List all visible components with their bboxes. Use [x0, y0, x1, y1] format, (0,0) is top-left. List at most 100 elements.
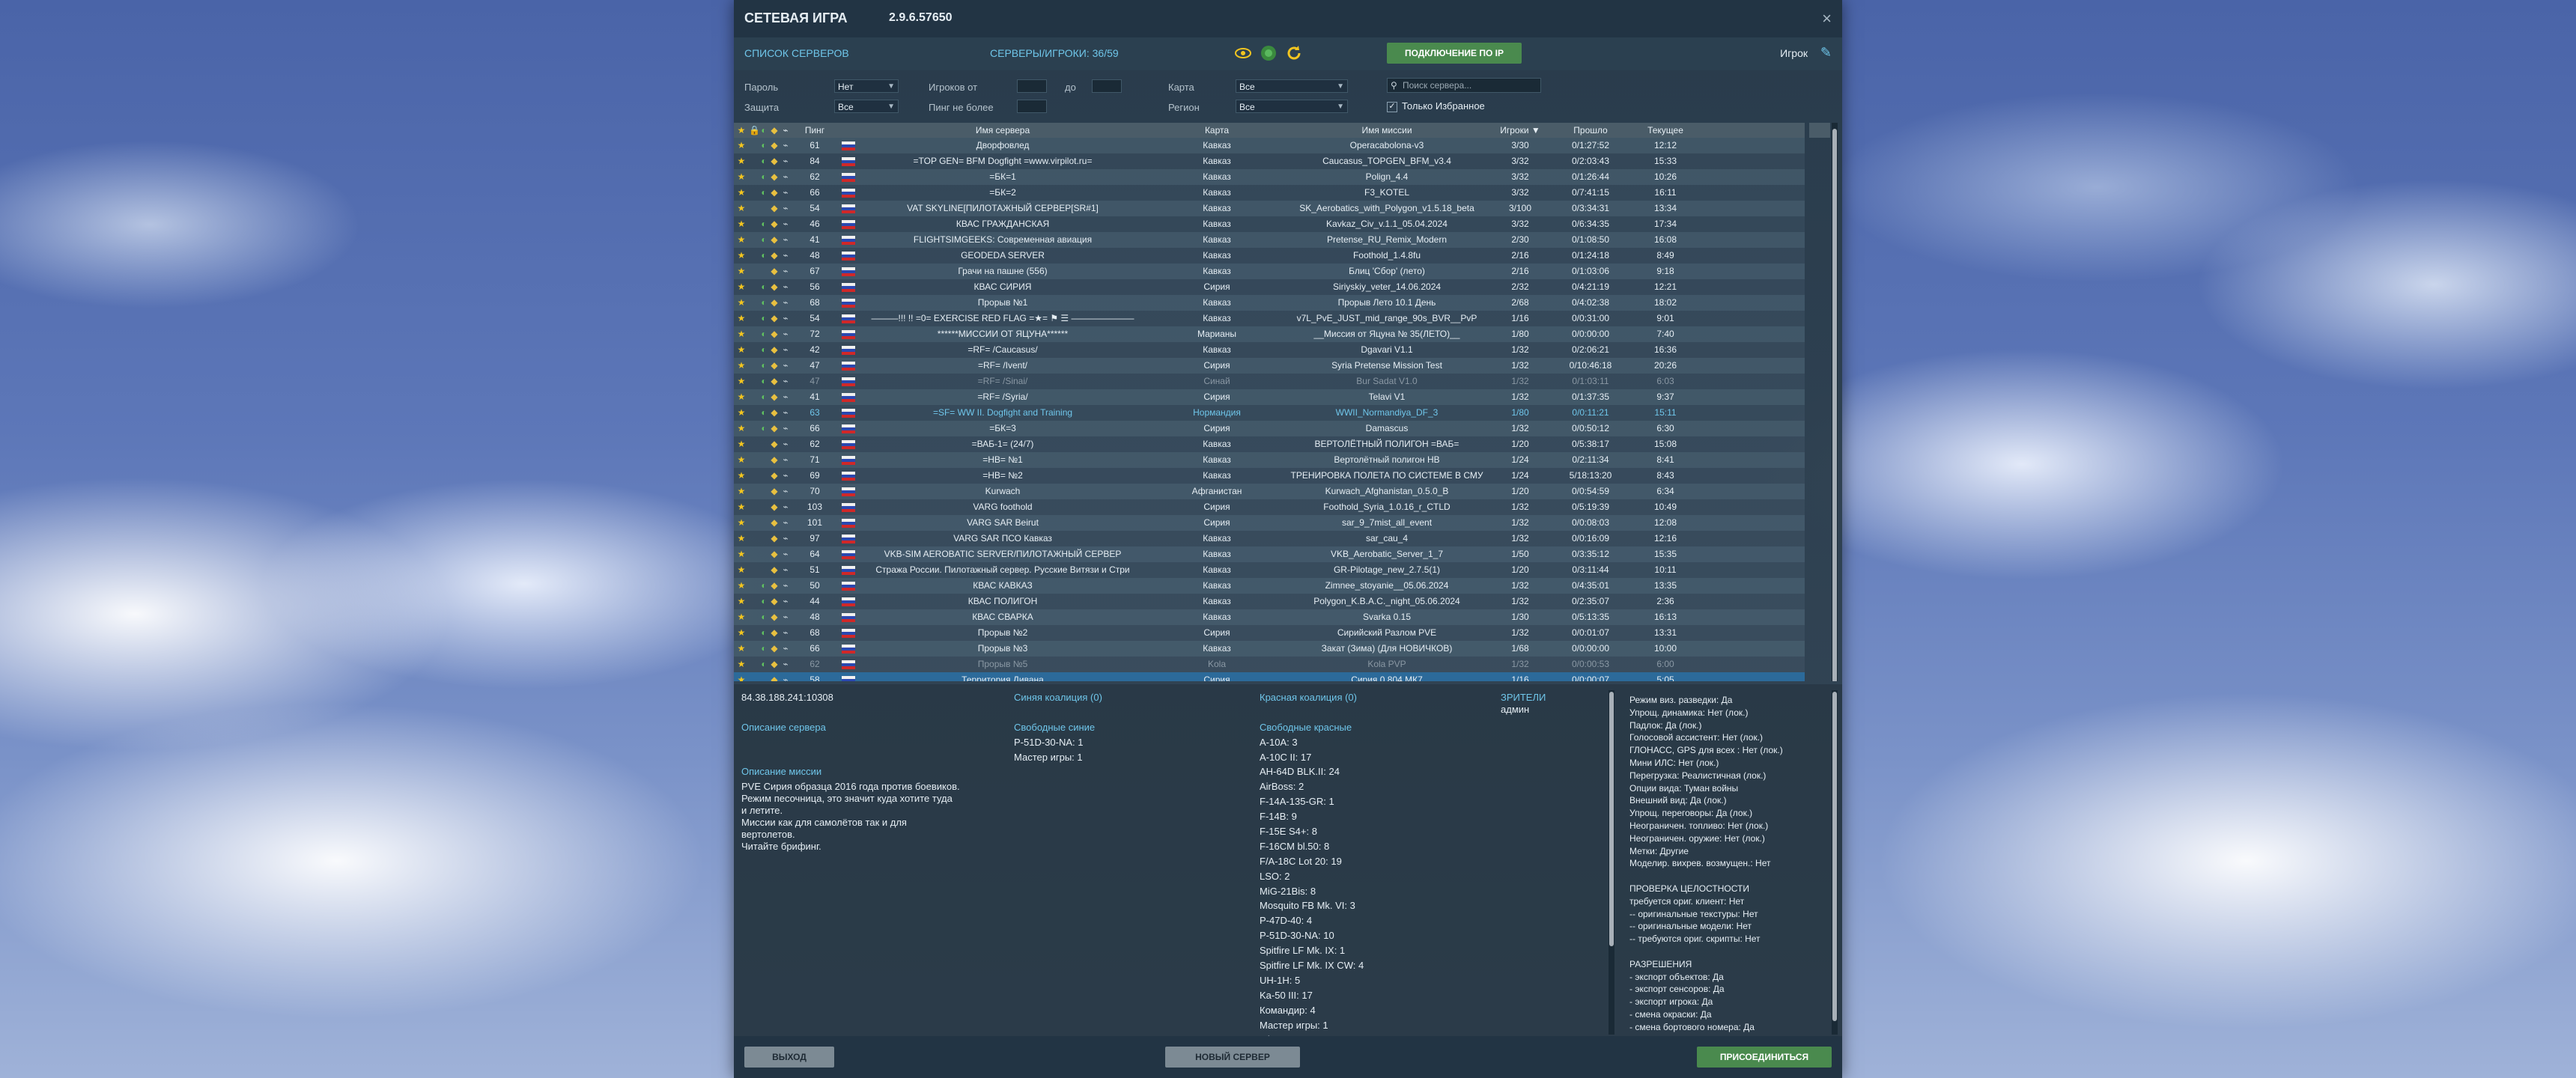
- star-icon[interactable]: ★: [736, 407, 747, 418]
- table-row[interactable]: ★ ◐ ◆ ⌁ 44 КВАС ПОЛИГОН Кавказ Polygon_K.B.A.C.…: [734, 594, 1805, 609]
- star-icon[interactable]: ★: [736, 392, 747, 402]
- star-icon[interactable]: ★: [736, 439, 747, 449]
- table-scrollbar-thumb[interactable]: [1832, 129, 1837, 681]
- antenna-icon[interactable]: ⌁: [781, 125, 790, 135]
- table-row[interactable]: ★ ◐ ◆ ⌁ 48 GEODEDA SERVER Кавказ Foothold_1.4.8…: [734, 248, 1805, 264]
- star-icon[interactable]: ★: [736, 423, 747, 433]
- star-icon[interactable]: ★: [736, 612, 747, 622]
- star-icon[interactable]: ★: [736, 125, 747, 135]
- star-icon[interactable]: ★: [736, 281, 747, 292]
- star-icon[interactable]: ★: [736, 376, 747, 386]
- protection-select[interactable]: Все ▼: [834, 100, 899, 113]
- star-icon[interactable]: ★: [736, 454, 747, 465]
- table-row[interactable]: ★ ◐ ◆ ⌁ 47 =RF= /Ivent/Сирия Syria Pretense Mi…: [734, 358, 1805, 374]
- table-row[interactable]: ★ ◆ ⌁ 62 =ВАБ-1= (24/7) Кавказ ВЕРТОЛЁТНЫЙ ПОЛ…: [734, 436, 1805, 452]
- exit-button[interactable]: ВЫХОД: [744, 1047, 834, 1068]
- connect-by-ip-button[interactable]: ПОДКЛЮЧЕНИЕ ПО IP: [1387, 43, 1522, 64]
- map-header[interactable]: Карта: [1150, 125, 1284, 135]
- integrity-icon[interactable]: ◆: [770, 125, 779, 135]
- table-row[interactable]: ★ ◐ ◆ ⌁ 62 Прорыв №5 Kola Kola PVP 1/32 0/0:00:53…: [734, 657, 1805, 672]
- table-row[interactable]: ★ ◆ ⌁ 51 Стража России. Пилотажный сервер. Р…: [734, 562, 1805, 578]
- star-icon[interactable]: ★: [736, 627, 747, 638]
- players-to-input[interactable]: [1092, 79, 1122, 93]
- password-select[interactable]: Нет ▼: [834, 79, 899, 93]
- star-icon[interactable]: ★: [736, 219, 747, 229]
- table-row[interactable]: ★ ◐ ◆ ⌁ 66 =БК=3 Сирия Damascus 1/32 0/0:50:12 6:3…: [734, 421, 1805, 436]
- star-icon[interactable]: ★: [736, 266, 747, 276]
- table-row[interactable]: ★ ◐ ◆ ⌁ 42 =RF= /Caucasus/Кавказ Dgavari V1.1 1…: [734, 342, 1805, 358]
- star-icon[interactable]: ★: [736, 580, 747, 591]
- lock-icon[interactable]: 🔒: [749, 125, 760, 135]
- table-row[interactable]: ★ ◐ ◆ ⌁ 47 =RF= /Sinai/Синай Bur Sadat V1.0 1/3…: [734, 374, 1805, 389]
- red-coalition-label[interactable]: Красная коалиция (0): [1260, 692, 1484, 707]
- table-row[interactable]: ★ ◐ ◆ ⌁ 56 КВАС СИРИЯ Сирия Siriyskiy_veter_14.…: [734, 279, 1805, 295]
- table-row[interactable]: ★ ◆ ⌁ 71 =НВ= №1 Кавказ Вертолётный полигон НВ…: [734, 452, 1805, 468]
- server-list-tab[interactable]: СПИСОК СЕРВЕРОВ: [744, 47, 849, 59]
- table-row[interactable]: ★ ◐ ◆ ⌁ 61 Дворфовлед Кавказ Operacabolona-v3 3/…: [734, 138, 1805, 153]
- star-icon[interactable]: ★: [736, 360, 747, 371]
- table-row[interactable]: ★ ◆ ⌁ 103 VARG foothold Сирия Foothold_Syria_1…: [734, 499, 1805, 515]
- table-row[interactable]: ★ ◆ ⌁ 64 VKB-SIM AEROBATIC SERVER/ПИЛОТАЖНЫЙ…: [734, 546, 1805, 562]
- star-icon[interactable]: ★: [736, 549, 747, 559]
- star-icon[interactable]: ★: [736, 344, 747, 355]
- table-row[interactable]: ★ ◐ ◆ ⌁ 46 КВАС ГРАЖДАНСКАЯ Кавказ Kavkaz_Civ_v…: [734, 216, 1805, 232]
- star-icon[interactable]: ★: [736, 140, 747, 150]
- star-icon[interactable]: ★: [736, 329, 747, 339]
- table-row[interactable]: ★ ◐ ◆ ⌁ 41 =RF= /Syria/Сирия Telavi V1 1/32 0/1:…: [734, 389, 1805, 405]
- star-icon[interactable]: ★: [736, 596, 747, 606]
- table-row[interactable]: ★ ◆ ⌁ 70 Kurwach Афганистан Kurwach_Afghanista…: [734, 484, 1805, 499]
- star-icon[interactable]: ★: [736, 234, 747, 245]
- close-icon[interactable]: ×: [1822, 9, 1832, 28]
- star-icon[interactable]: ★: [736, 156, 747, 166]
- star-icon[interactable]: ★: [736, 643, 747, 654]
- table-row[interactable]: ★ ◐ ◆ ⌁ 63 =SF= WW II. Dogfight and Training Н…: [734, 405, 1805, 421]
- server-search-input[interactable]: ⚲ Поиск сервера...: [1387, 78, 1541, 93]
- table-row[interactable]: ★ ◐ ◆ ⌁ 68 Прорыв №2 Сирия Сирийский Разлом PVE…: [734, 625, 1805, 641]
- favorites-only-checkbox[interactable]: ✓ Только Избранное: [1387, 100, 1485, 112]
- current-header[interactable]: Текущее: [1631, 125, 1700, 135]
- pencil-icon[interactable]: ✎: [1820, 45, 1832, 61]
- players-from-input[interactable]: [1017, 79, 1047, 93]
- refresh-icon[interactable]: [1285, 44, 1303, 62]
- star-icon[interactable]: ★: [736, 533, 747, 543]
- star-icon[interactable]: ★: [736, 187, 747, 198]
- table-row[interactable]: ★ ◆ ⌁ 69 =НВ= №2 Кавказ ТРЕНИРОВКА ПОЛЕТА ПО С…: [734, 468, 1805, 484]
- star-icon[interactable]: ★: [736, 250, 747, 261]
- star-icon[interactable]: ★: [736, 517, 747, 528]
- ping-header[interactable]: Пинг: [794, 125, 836, 135]
- mission-header[interactable]: Имя миссии: [1287, 125, 1487, 135]
- map-select[interactable]: Все ▼: [1236, 79, 1348, 93]
- star-icon[interactable]: ★: [736, 470, 747, 481]
- elapsed-header[interactable]: Прошло: [1553, 125, 1628, 135]
- shield-icon[interactable]: ◐: [759, 125, 768, 135]
- players-header[interactable]: Игроки ▼: [1490, 125, 1550, 135]
- table-row[interactable]: ★ ◆ ⌁ 58 Территория Дивана Сирия Сирия 0.804 М…: [734, 672, 1805, 681]
- table-row[interactable]: ★ ◆ ⌁ 97 VARG SAR ПСО Кавказ Кавказ sar_cau_4 1…: [734, 531, 1805, 546]
- region-select[interactable]: Все ▼: [1236, 100, 1348, 113]
- blue-coalition-label[interactable]: Синяя коалиция (0): [1014, 692, 1239, 707]
- table-row[interactable]: ★ ◐ ◆ ⌁ 48 КВАС СВАРКА Кавказ Svarka 0.15 1/30 0/…: [734, 609, 1805, 625]
- table-row[interactable]: ★ ◆ ⌁ 67 Грачи на пашне (556) Кавказ Блиц 'Сбо…: [734, 264, 1805, 279]
- ping-input[interactable]: [1017, 100, 1047, 113]
- star-icon[interactable]: ★: [736, 171, 747, 182]
- star-icon[interactable]: ★: [736, 502, 747, 512]
- name-header[interactable]: Имя сервера: [858, 125, 1147, 135]
- table-row[interactable]: ★ ◐ ◆ ⌁ 66 Прорыв №3 Кавказ Закат (Зима) (Для Н…: [734, 641, 1805, 657]
- table-row[interactable]: ★ ◆ ⌁ 54 VAT SKYLINE[ПИЛОТАЖНЫЙ СЕРВЕР[SR#1]…: [734, 201, 1805, 216]
- star-icon[interactable]: ★: [736, 674, 747, 681]
- star-icon[interactable]: ★: [736, 313, 747, 323]
- table-row[interactable]: ★ ◐ ◆ ⌁ 54 ———!!! !! =0= EXERCISE RED FLAG =★…: [734, 311, 1805, 326]
- table-row[interactable]: ★ ◐ ◆ ⌁ 41 FLIGHTSIMGEEKS: Современная авиаци…: [734, 232, 1805, 248]
- green-dot-icon[interactable]: [1260, 44, 1278, 62]
- table-row[interactable]: ★ ◐ ◆ ⌁ 62 =БК=1 Кавказ Polign_4.4 3/32 0/1:26:44…: [734, 169, 1805, 185]
- table-row[interactable]: ★ ◐ ◆ ⌁ 50 КВАС КАВКАЗ Кавказ Zimnee_stoyanie__…: [734, 578, 1805, 594]
- eye-icon[interactable]: [1234, 44, 1252, 62]
- star-icon[interactable]: ★: [736, 297, 747, 308]
- star-icon[interactable]: ★: [736, 564, 747, 575]
- table-row[interactable]: ★ ◐ ◆ ⌁ 66 =БК=2 Кавказ F3_KOTEL 3/32 0/7:41:15 16…: [734, 185, 1805, 201]
- table-row[interactable]: ★ ◐ ◆ ⌁ 84 =TOP GEN= BFM Dogfight =www.virpil…: [734, 153, 1805, 169]
- star-icon[interactable]: ★: [736, 203, 747, 213]
- star-icon[interactable]: ★: [736, 486, 747, 496]
- table-row[interactable]: ★ ◆ ⌁ 101 VARG SAR Beirut Сирия sar_9_7mist_al…: [734, 515, 1805, 531]
- settings-scrollbar-thumb[interactable]: [1832, 692, 1837, 1021]
